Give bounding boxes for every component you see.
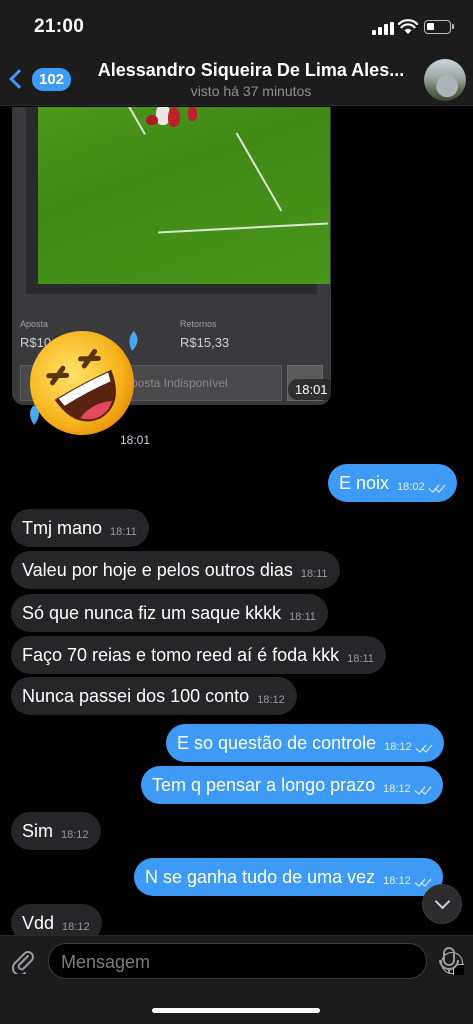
- message-bubble-incoming[interactable]: Só que nunca fiz um saque kkkk 18:11: [11, 594, 328, 632]
- message-text: Valeu por hoje e pelos outros dias: [22, 559, 293, 580]
- read-check-icon: [415, 741, 434, 753]
- chat-title[interactable]: Alessandro Siqueira De Lima Ales...: [86, 60, 416, 81]
- message-bubble-incoming[interactable]: Nunca passei dos 100 conto 18:12: [11, 677, 297, 715]
- chevron-down-icon: [434, 893, 450, 909]
- message-text: Nunca passei dos 100 conto: [22, 685, 250, 706]
- message-time: 18:11: [300, 568, 328, 580]
- message-time: 18:12: [383, 783, 411, 795]
- avatar[interactable]: [424, 59, 466, 101]
- returns-label: Retornos: [180, 319, 217, 329]
- message-time: 18:11: [110, 526, 137, 538]
- message-time: 18:12: [257, 694, 285, 706]
- message-text: Tmj mano: [22, 517, 103, 538]
- message-text: Faço 70 reias e tomo reed aí é foda kkk: [22, 644, 340, 665]
- message-time: 18:12: [384, 741, 412, 753]
- message-time: 18:01: [120, 433, 151, 447]
- message-composer: [0, 935, 473, 1024]
- back-button[interactable]: 102: [6, 64, 72, 94]
- message-time: 18:12: [62, 921, 90, 933]
- message-time: 18:01: [288, 379, 331, 400]
- message-time: 18:12: [383, 875, 411, 887]
- returns-value: R$15,33: [180, 335, 230, 350]
- home-indicator: [152, 1008, 320, 1013]
- microphone-icon[interactable]: [436, 946, 462, 976]
- message-text: Tem q pensar a longo prazo: [152, 774, 376, 795]
- read-check-icon: [428, 481, 447, 493]
- message-time: 18:11: [289, 611, 316, 623]
- message-text: N se ganha tudo de uma vez: [145, 866, 376, 887]
- message-list[interactable]: Aposta R$10,00 Retornos R$15,33 Encerrar…: [0, 107, 473, 935]
- last-seen-status: visto há 37 minutos: [190, 83, 312, 99]
- message-bubble-incoming[interactable]: Faço 70 reias e tomo reed aí é foda kkk …: [11, 636, 386, 674]
- rofl-emoji-sticker[interactable]: [20, 321, 140, 441]
- message-input-field[interactable]: [48, 943, 464, 979]
- read-check-icon: [414, 875, 433, 887]
- message-bubble-incoming[interactable]: Vdd 18:12: [11, 904, 102, 935]
- message-text: E noix: [339, 472, 390, 493]
- message-time: 18:11: [347, 653, 374, 665]
- message-time: 18:02: [397, 481, 425, 493]
- wifi-icon: [398, 19, 418, 34]
- attach-icon[interactable]: [10, 948, 36, 974]
- message-bubble-incoming[interactable]: Tmj mano 18:11: [11, 509, 149, 547]
- battery-icon: [424, 20, 454, 34]
- read-check-icon: [414, 783, 433, 795]
- signal-icon: [372, 22, 394, 35]
- message-text: Vdd: [22, 912, 55, 933]
- scroll-to-bottom-button[interactable]: [422, 884, 462, 924]
- message-bubble-outgoing[interactable]: E noix 18:02: [328, 464, 457, 502]
- status-bar: 21:00: [0, 0, 473, 54]
- chat-header: 102 Alessandro Siqueira De Lima Ales... …: [0, 54, 473, 106]
- message-bubble-incoming[interactable]: Valeu por hoje e pelos outros dias 18:11: [11, 551, 340, 589]
- message-bubble-outgoing[interactable]: E so questão de controle 18:12: [166, 724, 444, 762]
- message-text: Sim: [22, 820, 53, 841]
- message-text: Só que nunca fiz um saque kkkk: [22, 602, 282, 623]
- message-bubble-outgoing[interactable]: Tem q pensar a longo prazo 18:12: [141, 766, 443, 804]
- status-time: 21:00: [34, 16, 85, 37]
- message-text: E so questão de controle: [177, 732, 377, 753]
- football-field-image: [38, 107, 330, 284]
- chevron-left-icon: [9, 69, 29, 89]
- message-time: 18:12: [61, 829, 89, 841]
- message-bubble-incoming[interactable]: Sim 18:12: [11, 812, 101, 850]
- message-bubble-outgoing[interactable]: N se ganha tudo de uma vez 18:12: [134, 858, 443, 896]
- bet-image-frame: [26, 107, 330, 294]
- unread-badge: 102: [32, 67, 72, 91]
- message-input[interactable]: [61, 950, 381, 974]
